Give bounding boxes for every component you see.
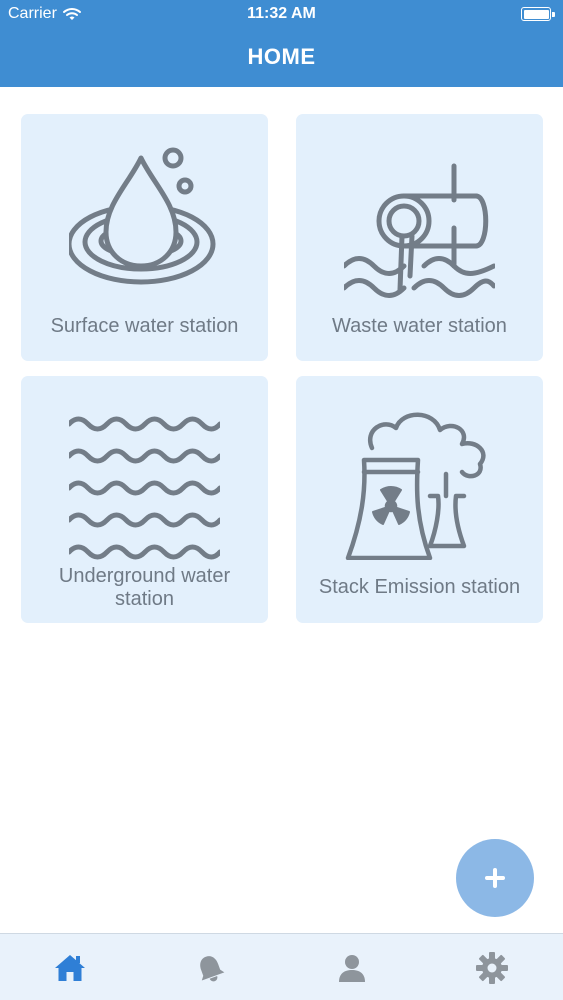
page-title: HOME <box>247 44 316 69</box>
user-icon <box>339 954 365 982</box>
waste-water-station-card[interactable]: Waste water station <box>296 114 543 361</box>
underground-water-station-label: Underground water station <box>58 565 231 610</box>
gear-icon <box>476 951 508 984</box>
home-icon <box>55 954 85 981</box>
tab-settings[interactable] <box>422 934 562 1000</box>
cooling-tower-icon <box>345 412 486 560</box>
station-grid: Surface water station Waste water statio… <box>21 114 543 624</box>
stack-emission-station-card[interactable]: Stack Emission station <box>296 376 543 623</box>
tab-bar <box>0 933 563 1000</box>
surface-water-station-card[interactable]: Surface water station <box>21 114 268 361</box>
status-bar: Carrier 11:32 AM <box>0 0 563 30</box>
battery-icon <box>521 7 555 21</box>
plus-icon <box>485 868 505 888</box>
add-station-button[interactable] <box>456 839 534 917</box>
waste-water-station-label: Waste water station <box>332 315 507 337</box>
underground-water-station-card[interactable]: Underground water station <box>21 376 268 623</box>
surface-water-station-label: Surface water station <box>50 315 239 337</box>
tab-home[interactable] <box>0 934 140 1000</box>
stack-emission-station-label: Stack Emission station <box>318 576 521 598</box>
app-header: Carrier 11:32 AM HOME <box>0 0 563 87</box>
tab-notifications[interactable] <box>140 934 280 1000</box>
tab-profile[interactable] <box>282 934 422 1000</box>
waste-pipe-icon <box>344 163 495 298</box>
water-drop-icon <box>69 147 216 285</box>
waves-icon <box>69 416 220 560</box>
status-time: 11:32 AM <box>247 5 316 22</box>
bell-icon <box>200 955 225 981</box>
